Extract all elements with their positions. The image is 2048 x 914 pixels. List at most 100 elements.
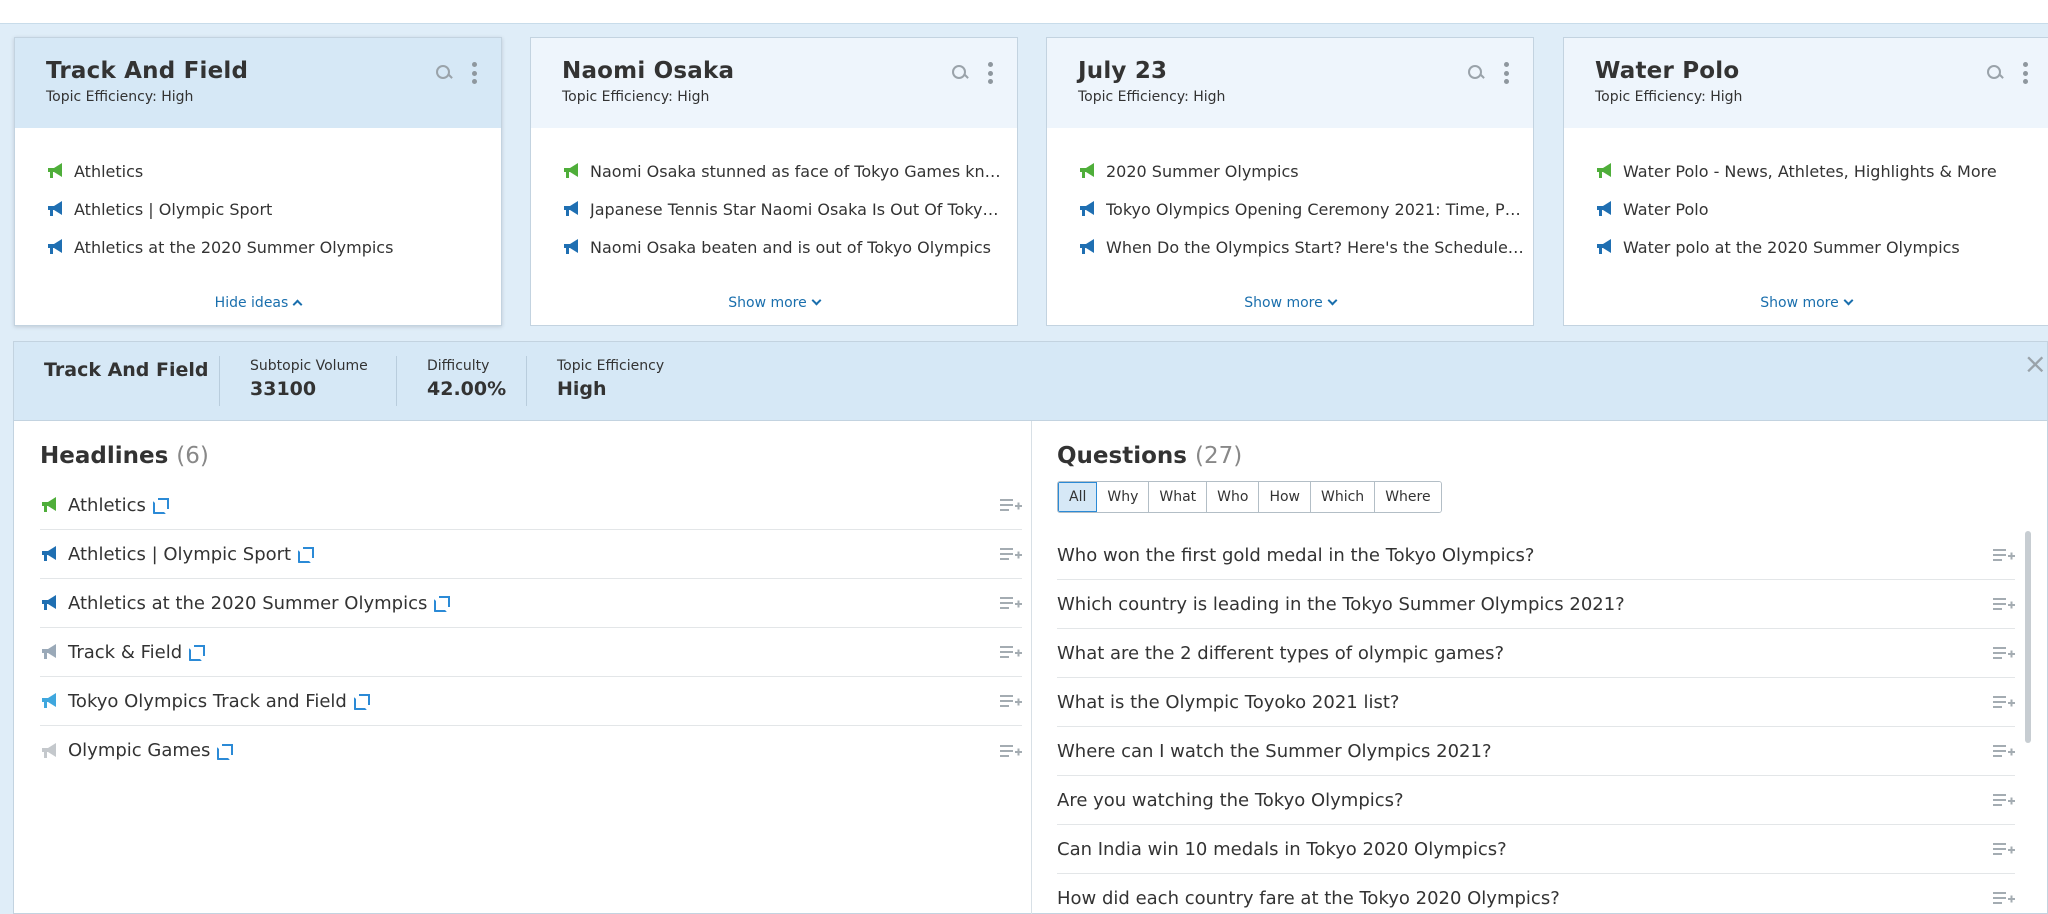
topic-card-4[interactable]: Water Polo Topic Efficiency: High Water … bbox=[1563, 37, 2048, 326]
headline-text[interactable]: Athletics | Olympic Sport bbox=[68, 544, 291, 565]
card-idea-list: Water Polo - News, Athletes, Highlights … bbox=[1564, 128, 2048, 266]
list-item[interactable]: 2020 Summer Olympics bbox=[1078, 152, 1533, 190]
external-link-icon[interactable] bbox=[189, 645, 206, 661]
headline-text[interactable]: Athletics bbox=[68, 495, 146, 516]
card-efficiency: Topic Efficiency: High bbox=[46, 89, 194, 105]
external-link-icon[interactable] bbox=[152, 498, 169, 514]
column-divider bbox=[1031, 421, 1032, 914]
headline-row: Tokyo Olympics Track and Field bbox=[40, 677, 1022, 726]
topic-card-3[interactable]: July 23 Topic Efficiency: High 2020 Summ… bbox=[1046, 37, 1534, 326]
detail-summary-bar: Track And Field Subtopic Volume 33100 Di… bbox=[13, 341, 2048, 421]
filter-why[interactable]: Why bbox=[1097, 482, 1150, 512]
question-row: What are the 2 different types of olympi… bbox=[1057, 629, 2015, 678]
headline-text[interactable]: Tokyo Olympics Track and Field bbox=[68, 691, 347, 712]
show-more-button[interactable]: Show more bbox=[1047, 295, 1533, 311]
list-item[interactable]: Athletics bbox=[46, 152, 501, 190]
external-link-icon[interactable] bbox=[217, 743, 234, 760]
list-item[interactable]: Tokyo Olympics Opening Ceremony 2021: Ti… bbox=[1078, 190, 1533, 228]
headlines-title: Headlines (6) bbox=[40, 443, 209, 469]
search-icon[interactable] bbox=[1986, 64, 2004, 82]
show-more-button[interactable]: Show more bbox=[531, 295, 1017, 311]
add-to-list-icon[interactable] bbox=[1993, 743, 2015, 759]
megaphone-blue-icon bbox=[48, 201, 62, 216]
questions-scrollbar[interactable] bbox=[2025, 531, 2031, 743]
more-options-icon[interactable] bbox=[2022, 62, 2028, 84]
close-icon[interactable]: × bbox=[2024, 350, 2047, 378]
headline-row: Athletics at the 2020 Summer Olympics bbox=[40, 579, 1022, 628]
megaphone-green-icon bbox=[1597, 163, 1611, 178]
headline-row: Athletics bbox=[40, 481, 1022, 530]
stat-subtopic-volume: Subtopic Volume 33100 bbox=[250, 358, 368, 400]
divider bbox=[396, 356, 397, 406]
add-to-list-icon[interactable] bbox=[1993, 694, 2015, 710]
headline-row: Track & Field bbox=[40, 628, 1022, 677]
card-efficiency: Topic Efficiency: High bbox=[562, 89, 710, 105]
more-options-icon[interactable] bbox=[987, 62, 993, 84]
add-to-list-icon[interactable] bbox=[1000, 595, 1022, 611]
list-item[interactable]: Water Polo - News, Athletes, Highlights … bbox=[1595, 152, 2048, 190]
megaphone-blue-icon bbox=[42, 546, 56, 561]
card-efficiency: Topic Efficiency: High bbox=[1078, 89, 1226, 105]
list-item[interactable]: When Do the Olympics Start? Here's the S… bbox=[1078, 228, 1533, 266]
card-header: July 23 Topic Efficiency: High bbox=[1047, 38, 1533, 128]
add-to-list-icon[interactable] bbox=[1993, 596, 2015, 612]
list-item[interactable]: Water polo at the 2020 Summer Olympics bbox=[1595, 228, 2048, 266]
card-title: July 23 bbox=[1078, 58, 1168, 84]
question-text: Where can I watch the Summer Olympics 20… bbox=[1057, 740, 1492, 762]
add-to-list-icon[interactable] bbox=[1000, 743, 1022, 759]
megaphone-blue-icon bbox=[1080, 201, 1094, 216]
card-title: Water Polo bbox=[1595, 58, 1740, 84]
headlines-count: (6) bbox=[176, 443, 209, 469]
card-title: Naomi Osaka bbox=[562, 58, 735, 84]
chevron-down-icon bbox=[811, 295, 822, 306]
list-item[interactable]: Naomi Osaka stunned as face of Tokyo Gam… bbox=[562, 152, 1017, 190]
chevron-up-icon bbox=[292, 299, 303, 310]
more-options-icon[interactable] bbox=[1503, 62, 1509, 84]
search-icon[interactable] bbox=[1467, 64, 1485, 82]
list-item[interactable]: Naomi Osaka beaten and is out of Tokyo O… bbox=[562, 228, 1017, 266]
list-item[interactable]: Athletics at the 2020 Summer Olympics bbox=[46, 228, 501, 266]
add-to-list-icon[interactable] bbox=[1993, 645, 2015, 661]
filter-what[interactable]: What bbox=[1149, 482, 1208, 512]
hide-ideas-button[interactable]: Hide ideas bbox=[15, 295, 501, 311]
question-text: Who won the first gold medal in the Toky… bbox=[1057, 544, 1535, 566]
list-item[interactable]: Water Polo bbox=[1595, 190, 2048, 228]
filter-who[interactable]: Who bbox=[1207, 482, 1260, 512]
add-to-list-icon[interactable] bbox=[1000, 546, 1022, 562]
headline-text[interactable]: Olympic Games bbox=[68, 740, 210, 761]
show-more-button[interactable]: Show more bbox=[1564, 295, 2048, 311]
question-row: What is the Olympic Toyoko 2021 list? bbox=[1057, 678, 2015, 727]
search-icon[interactable] bbox=[435, 64, 453, 82]
headline-text[interactable]: Athletics at the 2020 Summer Olympics bbox=[68, 593, 427, 614]
list-item[interactable]: Japanese Tennis Star Naomi Osaka Is Out … bbox=[562, 190, 1017, 228]
external-link-icon[interactable] bbox=[353, 694, 370, 710]
headline-row: Athletics | Olympic Sport bbox=[40, 530, 1022, 579]
filter-all[interactable]: All bbox=[1058, 482, 1098, 512]
external-link-icon[interactable] bbox=[298, 547, 315, 563]
add-to-list-icon[interactable] bbox=[1993, 890, 2015, 906]
card-title: Track And Field bbox=[46, 58, 249, 84]
add-to-list-icon[interactable] bbox=[1000, 644, 1022, 660]
list-item[interactable]: Athletics | Olympic Sport bbox=[46, 190, 501, 228]
card-header: Track And Field Topic Efficiency: High bbox=[15, 38, 501, 128]
search-icon[interactable] bbox=[951, 64, 969, 82]
megaphone-blue-icon bbox=[564, 201, 578, 216]
divider bbox=[219, 356, 220, 406]
more-options-icon[interactable] bbox=[471, 62, 477, 84]
filter-where[interactable]: Where bbox=[1375, 482, 1441, 512]
filter-which[interactable]: Which bbox=[1311, 482, 1376, 512]
topic-card-1[interactable]: Track And Field Topic Efficiency: High A… bbox=[14, 37, 502, 326]
add-to-list-icon[interactable] bbox=[1993, 841, 2015, 857]
headline-text[interactable]: Track & Field bbox=[68, 642, 182, 663]
questions-title: Questions (27) bbox=[1057, 443, 1243, 469]
add-to-list-icon[interactable] bbox=[1993, 792, 2015, 808]
add-to-list-icon[interactable] bbox=[1000, 497, 1022, 513]
headline-row: Olympic Games bbox=[40, 726, 1022, 775]
topic-card-2[interactable]: Naomi Osaka Topic Efficiency: High Naomi… bbox=[530, 37, 1018, 326]
add-to-list-icon[interactable] bbox=[1000, 693, 1022, 709]
add-to-list-icon[interactable] bbox=[1993, 547, 2015, 563]
filter-how[interactable]: How bbox=[1259, 482, 1311, 512]
stat-topic-efficiency: Topic Efficiency High bbox=[557, 358, 665, 400]
question-filter-group: All Why What Who How Which Where bbox=[1057, 481, 1442, 513]
external-link-icon[interactable] bbox=[434, 596, 451, 612]
